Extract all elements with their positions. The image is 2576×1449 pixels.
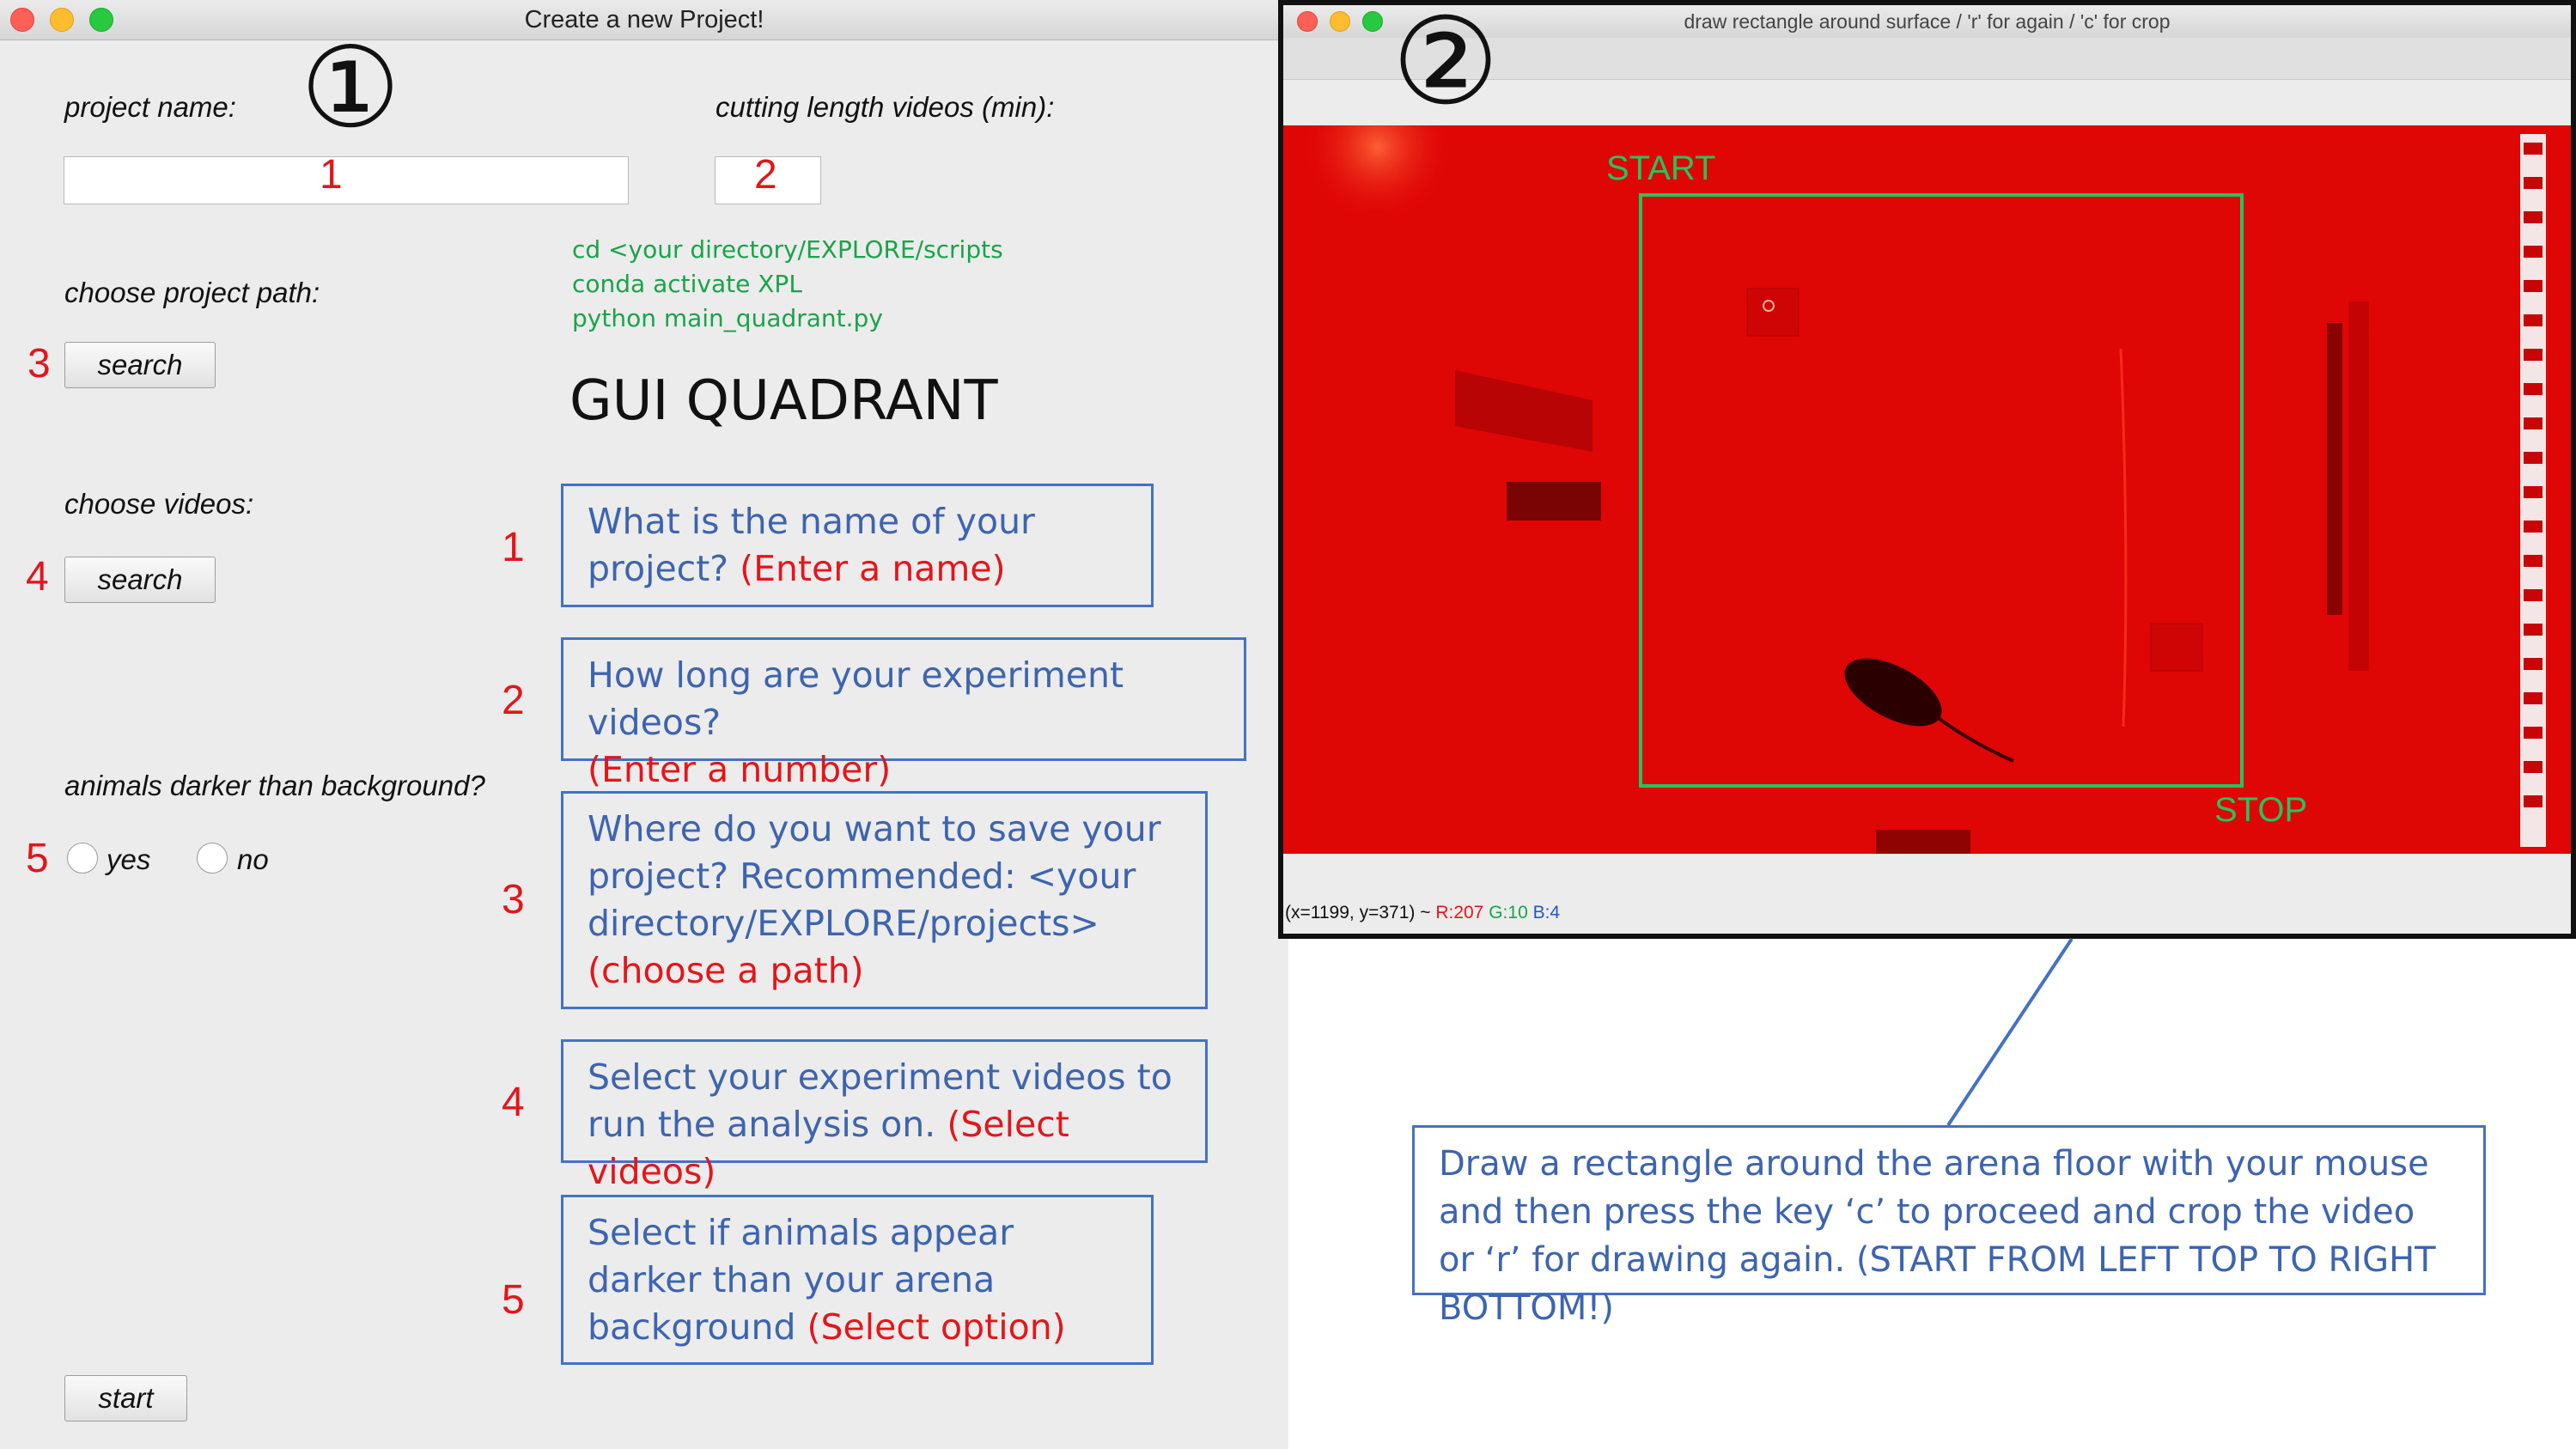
instruction-note: Draw a rectangle around the arena floor …: [1412, 1125, 2486, 1328]
